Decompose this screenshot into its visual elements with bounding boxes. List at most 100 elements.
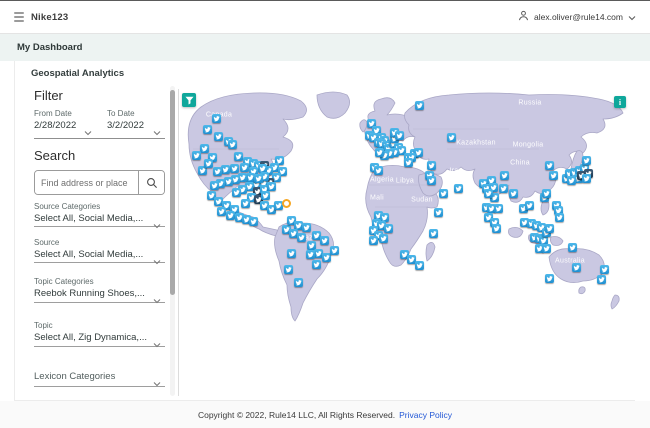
map-marker-social-media[interactable] xyxy=(549,171,558,180)
map-marker-social-media[interactable] xyxy=(582,174,591,183)
map-marker-social-media[interactable] xyxy=(192,151,201,160)
map-marker-social-media[interactable] xyxy=(267,182,276,191)
search-input[interactable] xyxy=(35,171,138,194)
lexicon-categories-select[interactable]: Lexicon Categories xyxy=(34,371,115,382)
map-marker-social-media[interactable] xyxy=(429,229,438,238)
dashboard-card: Geospatial Analytics Filter From Date To… xyxy=(14,61,635,401)
map-marker-social-media[interactable] xyxy=(427,161,436,170)
map-marker-social-media[interactable] xyxy=(287,249,296,258)
source-categories-chevron-icon[interactable] xyxy=(153,216,161,234)
map-marker-social-media[interactable] xyxy=(312,260,321,269)
map-marker-social-media[interactable] xyxy=(261,191,270,200)
map-marker-social-media[interactable] xyxy=(217,207,226,216)
search-button[interactable] xyxy=(138,171,164,194)
topic-chevron-icon[interactable] xyxy=(153,335,161,353)
map-marker-social-media[interactable] xyxy=(241,199,250,208)
map-marker-social-media[interactable] xyxy=(492,224,501,233)
map-marker-social-media[interactable] xyxy=(555,213,564,222)
map-marker-social-media[interactable] xyxy=(249,217,258,226)
twitter-bird-icon xyxy=(227,213,234,219)
search-box xyxy=(34,170,165,195)
map-marker-social-media[interactable] xyxy=(415,101,424,110)
map-marker-social-media[interactable] xyxy=(330,246,339,255)
map-marker-social-media[interactable] xyxy=(212,114,221,123)
twitter-bird-icon xyxy=(262,193,269,199)
map-marker-social-media[interactable] xyxy=(454,184,463,193)
map-marker-social-media[interactable] xyxy=(203,125,212,134)
map-marker-social-media[interactable] xyxy=(545,161,554,170)
twitter-bird-icon xyxy=(583,176,590,182)
search-heading: Search xyxy=(34,148,76,163)
map-marker-social-media[interactable] xyxy=(415,261,424,270)
source-select[interactable]: Select All, Social Media,... xyxy=(34,249,143,260)
map-marker-social-media[interactable] xyxy=(297,233,306,242)
topic-categories-select[interactable]: Reebok Running Shoes,... xyxy=(34,288,145,299)
source-categories-select[interactable]: Select All, Social Media,... xyxy=(34,213,143,224)
topic-categories-chevron-icon[interactable] xyxy=(153,291,161,309)
twitter-bird-icon xyxy=(385,226,392,232)
map-marker-social-media[interactable] xyxy=(374,166,383,175)
lexicon-categories-chevron-icon[interactable] xyxy=(153,374,161,392)
map-marker-social-media[interactable] xyxy=(404,158,413,167)
map-marker-social-media[interactable] xyxy=(224,177,233,186)
map-marker-social-media[interactable] xyxy=(600,265,609,274)
breadcrumb[interactable]: My Dashboard xyxy=(17,42,82,53)
map-marker-social-media[interactable] xyxy=(384,224,393,233)
map-marker-social-media[interactable] xyxy=(447,133,456,142)
sidebar-scrollbar-track[interactable] xyxy=(170,86,175,396)
map-marker-social-media[interactable] xyxy=(568,243,577,252)
sidebar-scrollbar-thumb[interactable] xyxy=(170,90,175,295)
map-marker-social-media[interactable] xyxy=(545,224,554,233)
map-marker-social-media[interactable] xyxy=(567,176,576,185)
map-marker-social-media[interactable] xyxy=(213,167,222,176)
map-marker-social-media[interactable] xyxy=(427,176,436,185)
user-menu[interactable]: alex.oliver@rule14.com xyxy=(518,8,636,26)
from-date-select[interactable]: 2/28/2022 xyxy=(34,120,76,131)
map-marker-social-media[interactable] xyxy=(240,163,249,172)
map-marker-social-media[interactable] xyxy=(210,181,219,190)
map-marker-social-media[interactable] xyxy=(254,174,263,183)
map-marker-social-media[interactable] xyxy=(200,144,209,153)
source-chevron-icon[interactable] xyxy=(153,252,161,270)
map-marker-social-media[interactable] xyxy=(230,164,239,173)
hamburger-menu-icon[interactable] xyxy=(14,12,24,22)
map-marker-social-media[interactable] xyxy=(302,223,311,232)
map-marker-social-media[interactable] xyxy=(509,189,518,198)
map-marker-social-media[interactable] xyxy=(545,274,554,283)
map-marker-social-media[interactable] xyxy=(582,156,591,165)
map-marker-social-media[interactable] xyxy=(204,159,213,168)
geospatial-map[interactable]: CanadaRussiaKazakhstanMongoliaChinaIranA… xyxy=(178,89,634,396)
map-marker-social-media[interactable] xyxy=(234,152,243,161)
map-marker-social-media[interactable] xyxy=(221,165,230,174)
map-marker-social-media[interactable] xyxy=(226,211,235,220)
map-marker-social-media[interactable] xyxy=(379,234,388,243)
map-marker-social-media[interactable] xyxy=(597,275,606,284)
map-marker-social-media[interactable] xyxy=(375,148,384,157)
map-marker-social-media[interactable] xyxy=(484,189,493,198)
map-marker-social-media[interactable] xyxy=(494,204,503,213)
map-marker-social-media[interactable] xyxy=(525,201,534,210)
map-marker-social-media[interactable] xyxy=(369,236,378,245)
map-filter-button[interactable] xyxy=(182,93,196,107)
privacy-policy-link[interactable]: Privacy Policy xyxy=(399,410,452,420)
map-marker-social-media[interactable] xyxy=(542,189,551,198)
map-marker-social-media[interactable] xyxy=(320,236,329,245)
to-date-select[interactable]: 3/2/2022 xyxy=(107,120,144,131)
map-marker-social-media[interactable] xyxy=(232,188,241,197)
map-marker-social-media[interactable] xyxy=(294,278,303,287)
map-marker-social-media[interactable] xyxy=(214,132,223,141)
map-marker-social-media[interactable] xyxy=(395,131,404,140)
map-marker-social-media[interactable] xyxy=(434,208,443,217)
map-marker-social-media[interactable] xyxy=(499,184,508,193)
map-marker-social-media[interactable] xyxy=(306,250,315,259)
map-marker-social-media[interactable] xyxy=(500,171,509,180)
map-marker-social-media[interactable] xyxy=(228,140,237,149)
map-marker-social-media[interactable] xyxy=(284,265,293,274)
topic-select[interactable]: Select All, Zig Dynamica,... xyxy=(34,332,147,343)
map-marker-social-media[interactable] xyxy=(542,244,551,253)
chevron-down-icon xyxy=(628,8,636,26)
twitter-bird-icon xyxy=(540,238,547,244)
map-marker-social-media[interactable] xyxy=(439,189,448,198)
map-marker-social-media[interactable] xyxy=(572,263,581,272)
map-info-button[interactable]: i xyxy=(614,96,626,108)
